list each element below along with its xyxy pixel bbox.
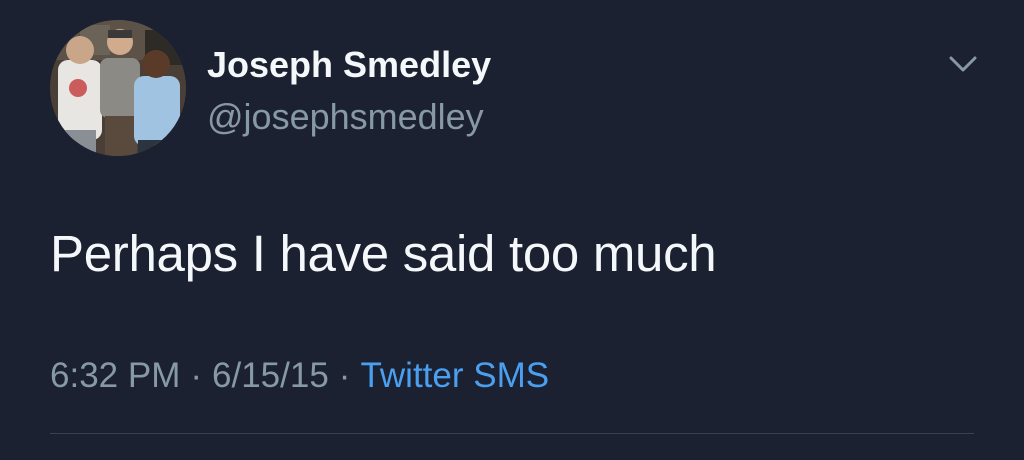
user-handle[interactable]: @josephsmedley: [207, 96, 484, 138]
avatar[interactable]: [50, 20, 186, 156]
display-name[interactable]: Joseph Smedley: [207, 44, 491, 86]
separator: ·: [190, 356, 203, 395]
chevron-down-icon[interactable]: [945, 50, 981, 78]
separator: ·: [338, 356, 351, 395]
tweet-text: Perhaps I have said too much: [50, 225, 717, 282]
tweet-source-link[interactable]: Twitter SMS: [360, 356, 549, 395]
tweet-card: Joseph Smedley @josephsmedley Perhaps I …: [0, 0, 1024, 460]
tweet-metadata: 6:32 PM · 6/15/15 · Twitter SMS: [50, 356, 549, 396]
tweet-time[interactable]: 6:32 PM: [50, 356, 180, 395]
divider: [50, 433, 974, 434]
tweet-date[interactable]: 6/15/15: [212, 356, 329, 395]
avatar-photo: [50, 20, 186, 156]
